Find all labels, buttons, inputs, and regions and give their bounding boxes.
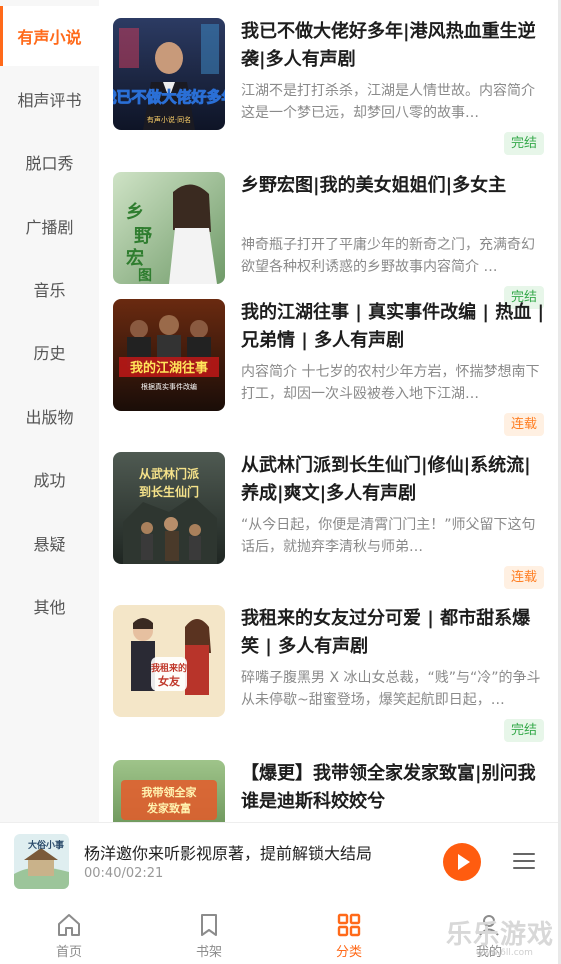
- category-label: 广播剧: [25, 218, 74, 237]
- cover-title-text: 我的江湖往事: [130, 360, 208, 376]
- category-label: 历史: [33, 344, 66, 363]
- cover-subtitle-text: 有声小说·同名: [147, 115, 191, 124]
- status-badge: 连载: [503, 566, 544, 589]
- cover-title-text: 我租来的: [151, 662, 187, 674]
- category-label: 悬疑: [33, 535, 66, 554]
- category-item-other[interactable]: 其他: [0, 576, 99, 636]
- status-badge: 完结: [503, 132, 544, 155]
- book-title: 我已不做大佬好多年|港风热血重生逆袭|多人有声剧: [241, 21, 536, 70]
- book-item[interactable]: 我租来的 女友 我租来的女友过分可爱 | 都市甜系爆笑 | 多人有声剧 碎嘴子腹…: [99, 587, 558, 742]
- category-item-publication[interactable]: 出版物: [0, 386, 99, 446]
- play-button[interactable]: [443, 843, 481, 881]
- category-label: 音乐: [33, 281, 66, 300]
- book-title: 乡野宏图|我的美女姐姐们|多女主: [241, 175, 507, 196]
- category-item-suspense[interactable]: 悬疑: [0, 513, 99, 573]
- category-sidebar: 有声小说 相声评书 脱口秀 广播剧 音乐 历史 出版物 成功 悬疑 其他: [0, 0, 99, 822]
- mini-player[interactable]: 大俗小事 杨洋邀你来听影视原著，提前解锁大结局 00:40/02:21: [0, 822, 558, 898]
- book-item[interactable]: 从武林门派 到长生仙门 从武林门派到长生仙门|修仙|系统流|养成|爽文|多人有声…: [99, 434, 558, 589]
- tab-category[interactable]: 分类: [309, 898, 389, 964]
- cover-subtitle-text: 根据真实事件改编: [141, 382, 197, 391]
- category-label: 脱口秀: [25, 154, 74, 173]
- category-item-music[interactable]: 音乐: [0, 259, 99, 319]
- book-item[interactable]: 我的江湖往事 根据真实事件改编 我的江湖往事 | 真实事件改编 | 热血 | 兄…: [99, 281, 558, 436]
- home-icon: [58, 914, 80, 936]
- book-description: “从今日起，你便是清霄门门主！”师父留下这句话后，就抛弃李清秋与师弟…: [241, 517, 536, 555]
- svg-text:女友: 女友: [158, 674, 180, 688]
- book-title: 【爆更】我带领全家发家致富|别问我谁是迪斯科姣姣兮: [241, 763, 536, 812]
- cover-title-text: 我已不做大佬好多年: [113, 88, 225, 106]
- tab-label: 分类: [335, 945, 362, 960]
- bookmark-icon: [201, 914, 217, 936]
- category-label: 相声评书: [17, 91, 82, 110]
- watermark-text: 乐乐游戏: [446, 920, 555, 950]
- book-item[interactable]: 我带领全家 发家致富 【爆更】我带领全家发家致富|别问我谁是迪斯科姣姣兮: [99, 742, 558, 822]
- cover-title-text: 从武林门派: [139, 466, 200, 481]
- player-time: 00:40/02:21: [84, 866, 164, 881]
- svg-text:野: 野: [134, 226, 152, 247]
- category-item-audio-novel[interactable]: 有声小说: [0, 6, 99, 66]
- book-cover-image: 从武林门派 到长生仙门: [113, 452, 225, 564]
- tab-label: 首页: [55, 945, 82, 960]
- site-watermark: 乐乐游戏 www.6ll.com: [446, 914, 558, 960]
- watermark-url: www.6ll.com: [476, 948, 533, 958]
- cover-title-text: 我带领全家: [142, 785, 198, 799]
- tab-bookshelf[interactable]: 书架: [169, 898, 249, 964]
- book-description: 神奇瓶子打开了平庸少年的新奇之门，充满奇幻欲望各种权利诱惑的乡野故事内容简介 …: [241, 237, 535, 275]
- cover-title-text: 乡: [126, 202, 144, 223]
- player-track-title: 杨洋邀你来听影视原著，提前解锁大结局: [84, 844, 373, 863]
- book-title: 从武林门派到长生仙门|修仙|系统流|养成|爽文|多人有声剧: [241, 455, 531, 504]
- book-cover-image: 我带领全家 发家致富: [113, 760, 225, 822]
- grid-icon: [337, 913, 361, 937]
- book-title: 我租来的女友过分可爱 | 都市甜系爆笑 | 多人有声剧: [241, 608, 531, 657]
- category-item-history[interactable]: 历史: [0, 322, 99, 382]
- tab-label: 书架: [195, 945, 222, 960]
- category-item-radio-drama[interactable]: 广播剧: [0, 196, 99, 256]
- tab-home[interactable]: 首页: [29, 898, 109, 964]
- book-cover-image: 乡 野 宏 图: [113, 172, 225, 284]
- player-cover-text: 大俗小事: [28, 839, 64, 851]
- book-cover-image: 我的江湖往事 根据真实事件改编: [113, 299, 225, 411]
- status-badge: 连载: [503, 413, 544, 436]
- book-description: 碎嘴子腹黑男 X 冰山女总裁，“贱”与“冷”的争斗从未停歇~甜蜜登场，爆笑起航即…: [241, 670, 541, 708]
- svg-text:到长生仙门: 到长生仙门: [139, 484, 199, 499]
- category-label: 其他: [33, 598, 66, 617]
- category-label: 出版物: [25, 408, 74, 427]
- book-description: 内容简介 十七岁的农村少年方岩，怀揣梦想南下打工，却因一次斗殴被卷入地下江湖…: [241, 364, 540, 402]
- player-cover-image: 大俗小事: [14, 834, 69, 889]
- playlist-menu-icon[interactable]: [513, 853, 535, 869]
- svg-text:发家致富: 发家致富: [146, 801, 191, 815]
- svg-text:宏: 宏: [126, 247, 144, 269]
- status-badge: 完结: [503, 719, 544, 742]
- category-label: 有声小说: [17, 28, 82, 47]
- book-description: 江湖不是打打杀杀，江湖是人情世故。内容简介 这是一个梦已远，却梦回八零的故事…: [241, 83, 535, 121]
- category-item-crosstalk[interactable]: 相声评书: [0, 69, 99, 129]
- category-label: 成功: [33, 471, 66, 490]
- book-cover-image: 我租来的 女友: [113, 605, 225, 717]
- book-item[interactable]: 我已不做大佬好多年 有声小说·同名 我已不做大佬好多年|港风热血重生逆袭|多人有…: [99, 0, 558, 155]
- category-item-success[interactable]: 成功: [0, 449, 99, 509]
- book-list[interactable]: 我已不做大佬好多年 有声小说·同名 我已不做大佬好多年|港风热血重生逆袭|多人有…: [99, 0, 558, 822]
- book-cover-image: 我已不做大佬好多年 有声小说·同名: [113, 18, 225, 130]
- book-title: 我的江湖往事 | 真实事件改编 | 热血 | 兄弟情 | 多人有声剧: [241, 302, 545, 351]
- category-item-talk-show[interactable]: 脱口秀: [0, 132, 99, 192]
